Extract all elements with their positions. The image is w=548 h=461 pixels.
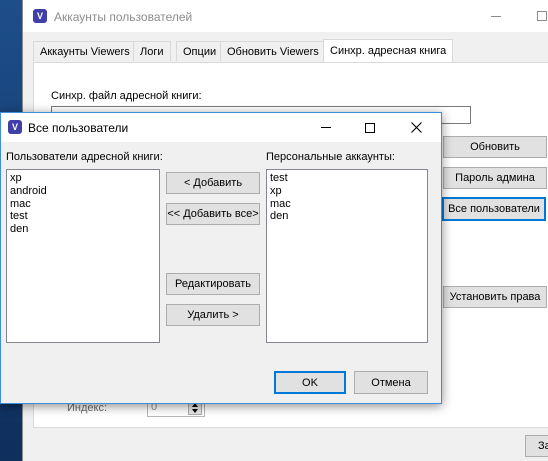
set-rights-button[interactable]: Установить права [443,286,547,308]
list-item[interactable]: test [10,210,156,223]
list-item[interactable]: mac [10,198,156,211]
main-window-title: Аккаунты пользователей [54,10,193,24]
all-users-dialog: V Все пользователи Пользователи адресной… [0,112,442,404]
cancel-button[interactable]: Отмена [354,371,428,394]
remove-button[interactable]: Удалить > [166,304,260,326]
tab-label: Обновить Viewers [227,46,319,58]
dialog-title: Все пользователи [28,121,129,135]
update-button[interactable]: Обновить [443,136,547,158]
dialog-titlebar: V Все пользователи [1,113,441,142]
tab-viewers-accounts[interactable]: Аккаунты Viewers [33,41,137,61]
tab-logs[interactable]: Логи [133,41,171,61]
minimize-icon [321,127,331,128]
addressbook-users-label: Пользователи адресной книги: [6,151,163,163]
add-button[interactable]: < Добавить [166,172,260,194]
tab-label: Аккаунты Viewers [40,46,130,58]
tab-update-viewers[interactable]: Обновить Viewers [220,41,326,61]
tab-label: Опции [183,46,217,58]
ok-button[interactable]: OK [274,371,346,394]
maximize-button[interactable] [347,113,393,142]
edit-button[interactable]: Редактировать [166,273,260,295]
all-users-button[interactable]: Все пользователи [442,197,546,221]
addressbook-users-list[interactable]: xp android mac test den [6,169,160,343]
bottom-button-partial[interactable]: За [525,435,548,457]
list-item[interactable]: xp [10,172,156,185]
tab-strip: Аккаунты Viewers Логи Опции Обновить Vie… [33,39,548,63]
app-icon: V [33,9,47,23]
app-icon: V [8,120,22,134]
close-icon [410,122,422,133]
minimize-icon[interactable] [491,16,501,17]
list-item[interactable]: test [270,172,424,185]
maximize-icon[interactable] [537,11,547,21]
personal-accounts-label: Персональные аккаунты: [266,151,395,163]
add-all-button[interactable]: << Добавить все> [166,203,260,225]
tab-options[interactable]: Опции [176,41,224,61]
personal-accounts-list[interactable]: test xp mac den [266,169,428,343]
tab-label: Логи [140,46,164,58]
list-item[interactable]: den [270,210,424,223]
list-item[interactable]: android [10,185,156,198]
maximize-icon [365,122,375,133]
minimize-button[interactable] [303,113,349,142]
sync-file-label: Синхр. файл адресной книги: [51,90,202,102]
tab-label: Синхр. адресная книга [330,45,447,57]
list-item[interactable]: mac [270,198,424,211]
main-titlebar: V Аккаунты пользователей [23,0,548,32]
admin-password-button[interactable]: Пароль админа [443,167,547,189]
tab-sync-addressbook[interactable]: Синхр. адресная книга [323,39,454,62]
list-item[interactable]: den [10,223,156,236]
close-button[interactable] [393,113,439,142]
list-item[interactable]: xp [270,185,424,198]
